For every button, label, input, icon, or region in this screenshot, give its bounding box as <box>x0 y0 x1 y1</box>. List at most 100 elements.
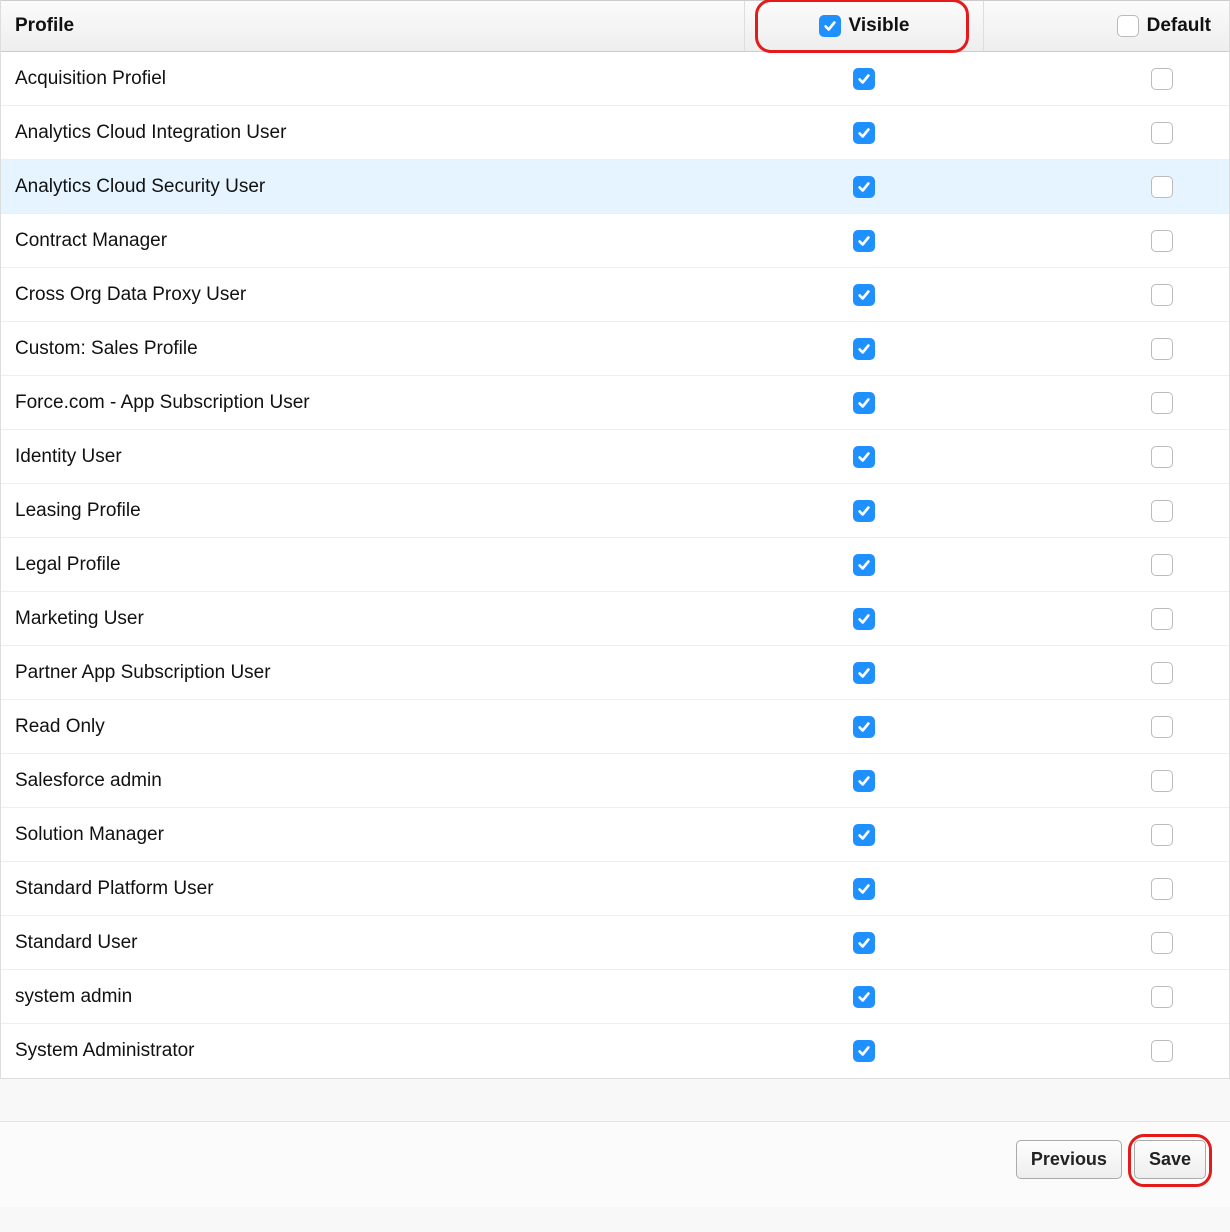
check-icon <box>857 342 871 356</box>
default-checkbox[interactable] <box>1151 122 1173 144</box>
visible-cell <box>744 338 984 360</box>
visible-checkbox[interactable] <box>853 770 875 792</box>
default-checkbox[interactable] <box>1151 878 1173 900</box>
visible-checkbox[interactable] <box>853 176 875 198</box>
table-row: Standard Platform User <box>1 862 1229 916</box>
default-checkbox[interactable] <box>1151 176 1173 198</box>
check-icon <box>857 666 871 680</box>
visible-cell <box>744 122 984 144</box>
profile-name: Acquisition Profiel <box>1 68 744 90</box>
profile-name: Contract Manager <box>1 230 744 252</box>
check-icon <box>857 720 871 734</box>
check-icon <box>857 396 871 410</box>
wizard-footer: Previous Save <box>0 1121 1230 1207</box>
profile-name: Leasing Profile <box>1 500 744 522</box>
table-body: Acquisition ProfielAnalytics Cloud Integ… <box>1 52 1229 1078</box>
visible-checkbox[interactable] <box>853 1040 875 1062</box>
default-checkbox[interactable] <box>1151 1040 1173 1062</box>
visible-cell <box>744 608 984 630</box>
select-all-visible-checkbox[interactable] <box>819 15 841 37</box>
default-cell <box>984 446 1229 468</box>
check-icon <box>857 774 871 788</box>
profile-name: Analytics Cloud Security User <box>1 176 744 198</box>
visible-cell <box>744 986 984 1008</box>
table-row: Identity User <box>1 430 1229 484</box>
visible-checkbox[interactable] <box>853 230 875 252</box>
table-row: Read Only <box>1 700 1229 754</box>
visible-cell <box>744 878 984 900</box>
check-icon <box>857 126 871 140</box>
visible-cell <box>744 392 984 414</box>
table-row: Leasing Profile <box>1 484 1229 538</box>
default-checkbox[interactable] <box>1151 284 1173 306</box>
profile-name: Standard Platform User <box>1 878 744 900</box>
visible-checkbox[interactable] <box>853 824 875 846</box>
profile-name: Cross Org Data Proxy User <box>1 284 744 306</box>
default-checkbox[interactable] <box>1151 608 1173 630</box>
default-checkbox[interactable] <box>1151 716 1173 738</box>
visible-checkbox[interactable] <box>853 500 875 522</box>
default-checkbox[interactable] <box>1151 446 1173 468</box>
visible-checkbox[interactable] <box>853 122 875 144</box>
visible-checkbox[interactable] <box>853 932 875 954</box>
visible-checkbox[interactable] <box>853 608 875 630</box>
check-icon <box>857 936 871 950</box>
check-icon <box>857 72 871 86</box>
save-button[interactable]: Save <box>1134 1140 1206 1179</box>
profile-name: Partner App Subscription User <box>1 662 744 684</box>
visible-checkbox[interactable] <box>853 284 875 306</box>
table-row: Cross Org Data Proxy User <box>1 268 1229 322</box>
check-icon <box>857 990 871 1004</box>
visible-cell <box>744 554 984 576</box>
table-row: Analytics Cloud Security User <box>1 160 1229 214</box>
profile-name: System Administrator <box>1 1040 744 1062</box>
default-checkbox[interactable] <box>1151 500 1173 522</box>
default-cell <box>984 770 1229 792</box>
column-header-visible-label: Visible <box>849 15 910 37</box>
table-row: Marketing User <box>1 592 1229 646</box>
default-checkbox[interactable] <box>1151 986 1173 1008</box>
default-cell <box>984 1040 1229 1062</box>
table-row: Force.com - App Subscription User <box>1 376 1229 430</box>
profile-name: system admin <box>1 986 744 1008</box>
default-cell <box>984 554 1229 576</box>
default-checkbox[interactable] <box>1151 230 1173 252</box>
visible-cell <box>744 230 984 252</box>
default-cell <box>984 338 1229 360</box>
visible-checkbox[interactable] <box>853 878 875 900</box>
visible-cell <box>744 1040 984 1062</box>
default-cell <box>984 68 1229 90</box>
check-icon <box>857 180 871 194</box>
profile-name: Custom: Sales Profile <box>1 338 744 360</box>
default-checkbox[interactable] <box>1151 770 1173 792</box>
default-checkbox[interactable] <box>1151 68 1173 90</box>
check-icon <box>857 450 871 464</box>
default-checkbox[interactable] <box>1151 554 1173 576</box>
check-icon <box>857 612 871 626</box>
visible-checkbox[interactable] <box>853 662 875 684</box>
default-checkbox[interactable] <box>1151 932 1173 954</box>
visible-checkbox[interactable] <box>853 554 875 576</box>
visible-checkbox[interactable] <box>853 338 875 360</box>
default-checkbox[interactable] <box>1151 662 1173 684</box>
visible-checkbox[interactable] <box>853 986 875 1008</box>
visible-cell <box>744 446 984 468</box>
visible-checkbox[interactable] <box>853 446 875 468</box>
previous-button[interactable]: Previous <box>1016 1140 1122 1179</box>
column-header-visible[interactable]: Visible <box>744 1 984 51</box>
table-row: Acquisition Profiel <box>1 52 1229 106</box>
column-header-default[interactable]: Default <box>984 1 1229 51</box>
default-checkbox[interactable] <box>1151 824 1173 846</box>
visible-checkbox[interactable] <box>853 392 875 414</box>
table-row: Standard User <box>1 916 1229 970</box>
table-row: Partner App Subscription User <box>1 646 1229 700</box>
column-header-default-label: Default <box>1147 15 1211 37</box>
visible-checkbox[interactable] <box>853 716 875 738</box>
table-row: Contract Manager <box>1 214 1229 268</box>
visible-checkbox[interactable] <box>853 68 875 90</box>
select-all-default-checkbox[interactable] <box>1117 15 1139 37</box>
table-row: system admin <box>1 970 1229 1024</box>
default-checkbox[interactable] <box>1151 392 1173 414</box>
table-header: Profile Visible Default <box>1 0 1229 52</box>
default-checkbox[interactable] <box>1151 338 1173 360</box>
